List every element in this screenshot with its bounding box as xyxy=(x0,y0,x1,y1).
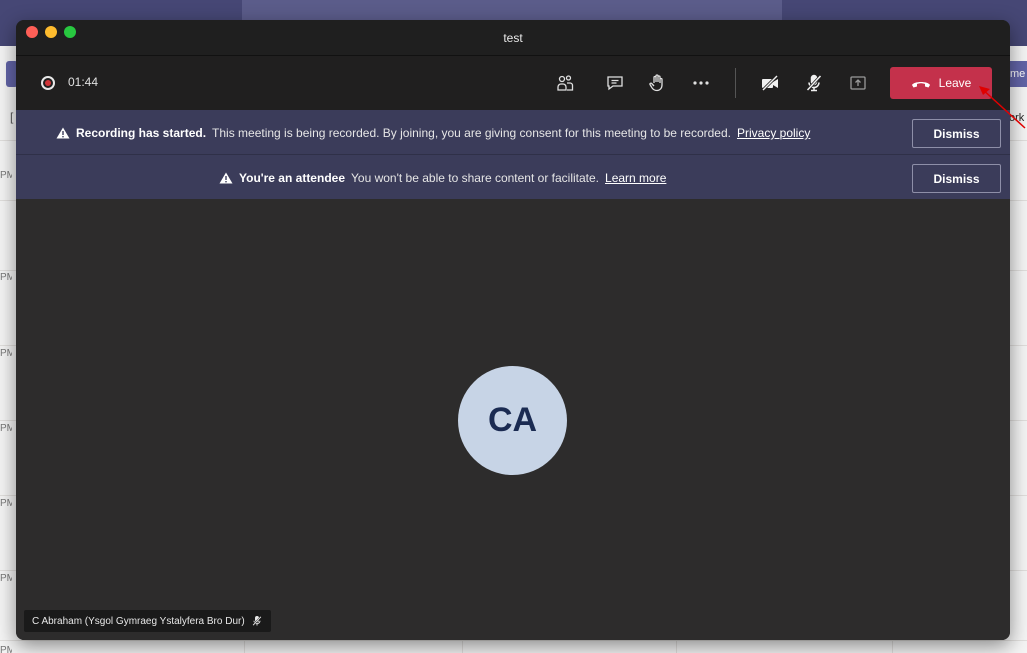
raise-hand-icon[interactable] xyxy=(644,70,670,96)
annotation-arrow xyxy=(979,86,1026,129)
background-time-label: PM xyxy=(0,272,12,283)
mic-off-icon[interactable] xyxy=(801,70,827,96)
recording-banner-title: Recording has started. xyxy=(76,126,207,140)
hang-up-icon xyxy=(911,82,930,88)
participant-name: C Abraham (Ysgol Gymraeg Ystalyfera Bro … xyxy=(32,615,245,627)
background-time-label: PM xyxy=(0,170,12,181)
more-icon[interactable] xyxy=(688,70,714,96)
meeting-timer: 01:44 xyxy=(68,75,99,89)
people-icon[interactable] xyxy=(552,70,578,96)
camera-off-icon[interactable] xyxy=(757,70,783,96)
warning-icon xyxy=(219,172,233,184)
participant-mic-off-icon xyxy=(252,616,262,626)
meeting-toolbar: 01:44 Leave xyxy=(16,56,1010,110)
attendee-banner-message: You won't be able to share content or fa… xyxy=(351,171,600,185)
background-time-label: PM xyxy=(0,498,12,509)
meeting-window: test 01:44 Leave Recording has started. … xyxy=(16,20,1010,640)
share-icon[interactable] xyxy=(845,70,871,96)
chat-icon[interactable] xyxy=(602,70,628,96)
recording-banner: Recording has started. This meeting is b… xyxy=(16,110,1010,154)
warning-icon xyxy=(56,127,70,139)
learn-more-link[interactable]: Learn more xyxy=(605,171,666,185)
background-time-label: PM xyxy=(0,423,12,434)
background-search-bar xyxy=(242,0,782,20)
background-left-bracket: [ xyxy=(10,110,14,124)
recording-indicator-icon xyxy=(41,76,55,90)
background-time-label: PM xyxy=(0,573,12,584)
participant-avatar: CA xyxy=(458,366,567,475)
window-title: test xyxy=(503,31,523,45)
dismiss-attendee-button[interactable]: Dismiss xyxy=(912,164,1001,193)
toolbar-separator xyxy=(735,68,736,98)
recording-banner-message: This meeting is being recorded. By joini… xyxy=(212,126,731,140)
attendee-banner-title: You're an attendee xyxy=(239,171,345,185)
recording-banner-text: Recording has started. This meeting is b… xyxy=(56,126,810,140)
video-stage: CA C Abraham (Ysgol Gymraeg Ystalyfera B… xyxy=(16,200,1010,640)
attendee-banner-text: You're an attendee You won't be able to … xyxy=(219,171,666,185)
title-bar: test xyxy=(16,20,1010,56)
leave-button-label: Leave xyxy=(938,76,972,90)
participant-name-tag: C Abraham (Ysgol Gymraeg Ystalyfera Bro … xyxy=(24,610,271,632)
background-time-label: PM xyxy=(0,645,12,653)
background-time-label: PM xyxy=(0,348,12,359)
attendee-banner: You're an attendee You won't be able to … xyxy=(16,155,1010,199)
privacy-policy-link[interactable]: Privacy policy xyxy=(737,126,810,140)
